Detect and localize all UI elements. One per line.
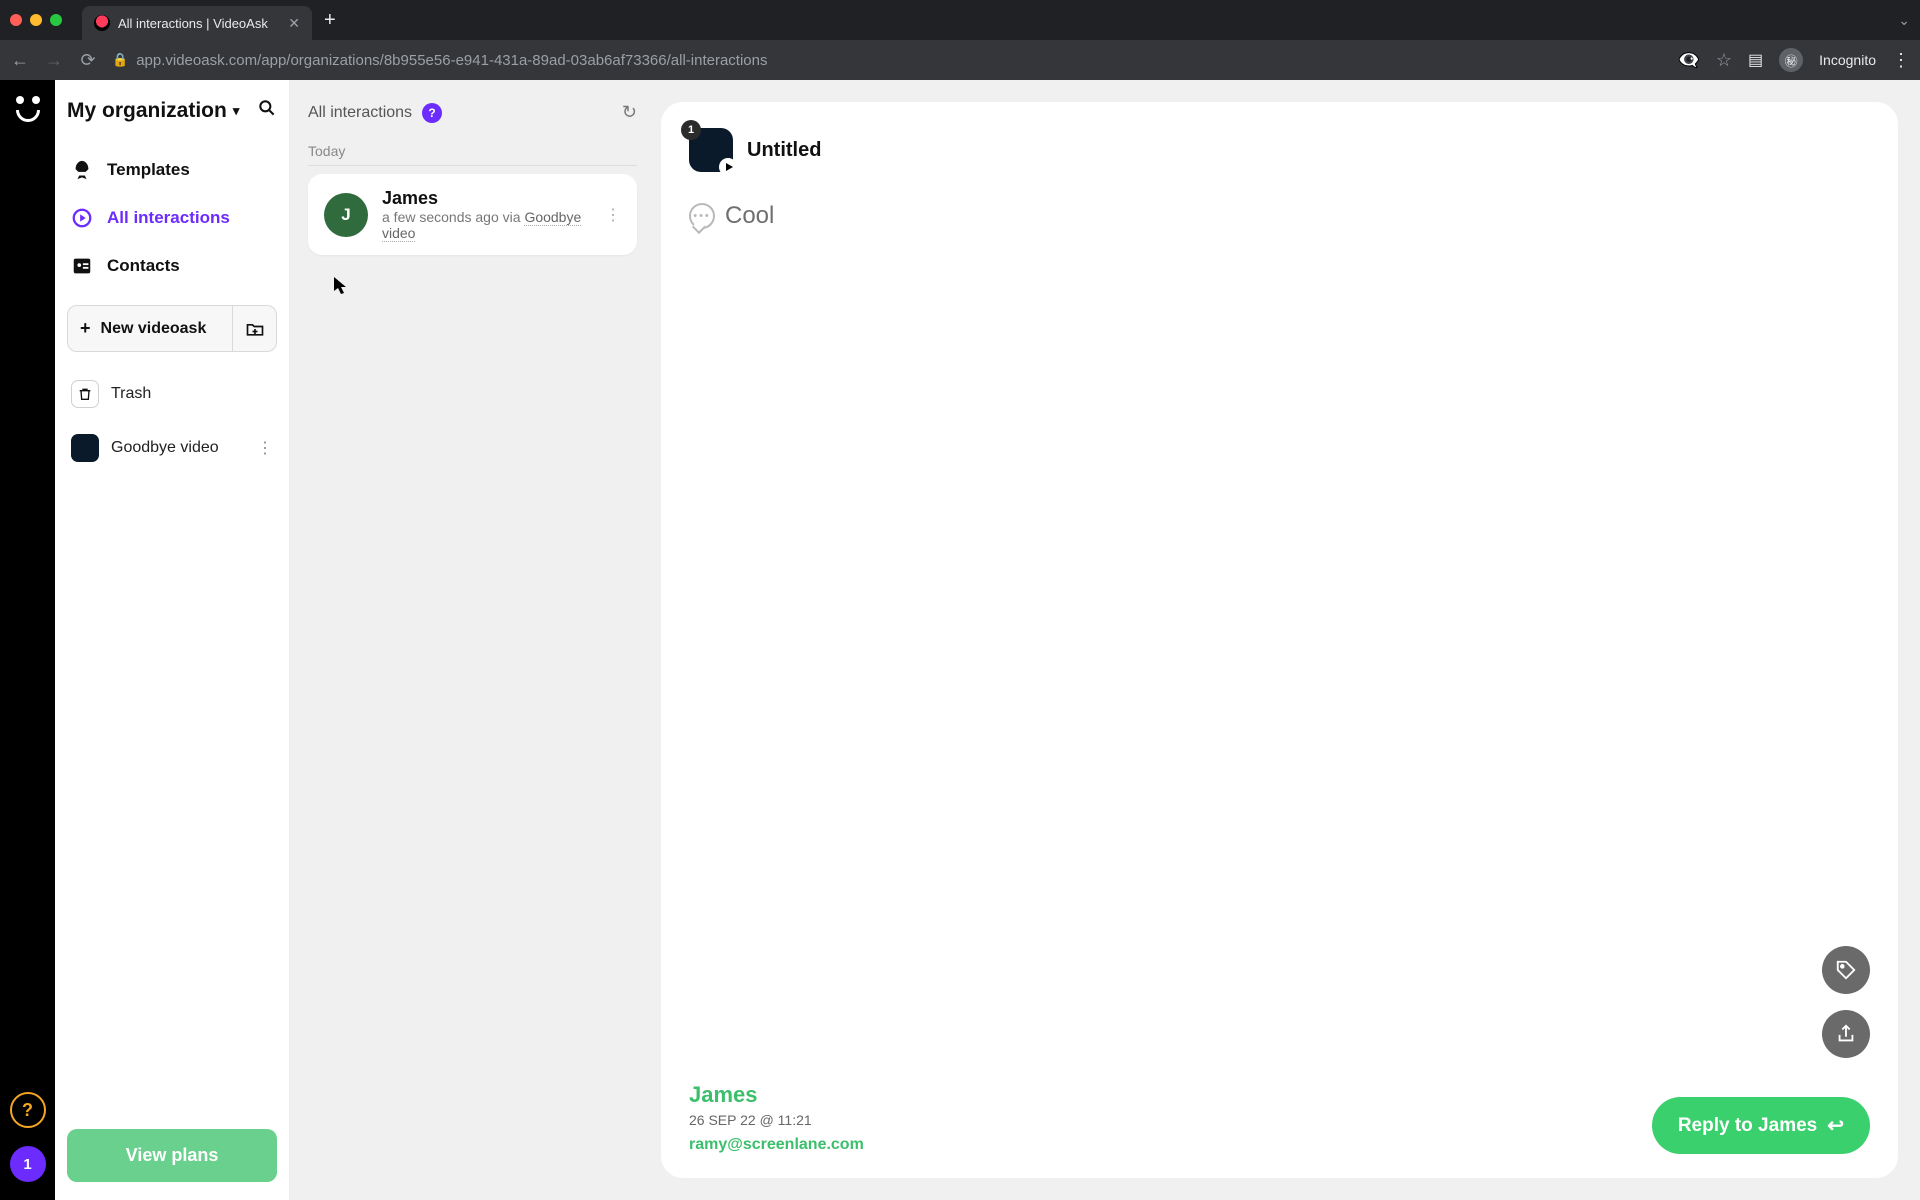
detail-wrap: 1 Untitled ••• Cool James — [655, 80, 1920, 1200]
speech-bubble-icon: ••• — [689, 203, 715, 229]
nav-templates[interactable]: Templates — [67, 149, 277, 191]
info-badge-icon[interactable]: ? — [422, 103, 442, 123]
contact-block: James 26 SEP 22 @ 11:21 ramy@screenlane.… — [689, 1082, 864, 1154]
contact-email[interactable]: ramy@screenlane.com — [689, 1136, 864, 1154]
url-text: app.videoask.com/app/organizations/8b955… — [136, 52, 767, 69]
reply-button[interactable]: Reply to James ↩ — [1652, 1097, 1870, 1154]
window-zoom-icon[interactable] — [50, 14, 62, 26]
search-button[interactable] — [257, 98, 277, 123]
interaction-time: a few seconds ago — [382, 209, 499, 225]
nav-all-interactions-label: All interactions — [107, 208, 230, 228]
interactions-title-row: All interactions ? — [308, 103, 442, 123]
nav-contacts-label: Contacts — [107, 256, 180, 276]
sidebar-trash[interactable]: Trash — [67, 370, 277, 418]
reply-label: Reply to James — [1678, 1115, 1817, 1137]
play-circle-icon — [71, 207, 93, 229]
interaction-card[interactable]: J James a few seconds ago via Goodbye vi… — [308, 174, 637, 255]
new-folder-button[interactable] — [233, 305, 277, 352]
message-row: ••• Cool — [689, 202, 1870, 230]
browser-tab[interactable]: All interactions | VideoAsk ✕ — [82, 6, 312, 40]
nav-all-interactions[interactable]: All interactions — [67, 197, 277, 239]
contacts-icon — [71, 255, 93, 277]
plus-icon: + — [80, 318, 91, 339]
interactions-column: All interactions ? ↻ Today J James a few… — [290, 80, 655, 1200]
tag-icon — [1835, 959, 1857, 981]
view-plans-label: View plans — [126, 1145, 219, 1165]
step-badge: 1 — [681, 120, 701, 140]
panel-icon[interactable]: ▤ — [1748, 50, 1763, 70]
window-minimize-icon[interactable] — [30, 14, 42, 26]
left-rail: ? 1 — [0, 80, 55, 1200]
help-button[interactable]: ? — [10, 1092, 46, 1128]
star-icon[interactable]: ☆ — [1716, 50, 1732, 71]
message-text: Cool — [725, 202, 774, 230]
tag-button[interactable] — [1822, 946, 1870, 994]
incognito-label: Incognito — [1819, 52, 1876, 68]
notification-count: 1 — [23, 1156, 31, 1173]
refresh-button[interactable]: ↻ — [622, 102, 637, 123]
address-bar[interactable]: 🔒 app.videoask.com/app/organizations/8b9… — [112, 52, 767, 69]
play-icon — [719, 158, 737, 176]
interaction-via: via — [499, 209, 525, 225]
window-close-icon[interactable] — [10, 14, 22, 26]
sidebar-trash-label: Trash — [111, 385, 151, 403]
interaction-name: James — [382, 188, 591, 209]
browser-menu-icon[interactable]: ⋮ — [1892, 50, 1910, 71]
eye-off-icon[interactable]: 👁‍🗨 — [1677, 50, 1699, 71]
rocket-icon — [71, 159, 93, 181]
response-video-thumbnail[interactable]: 1 — [689, 128, 733, 172]
interaction-subtitle: a few seconds ago via Goodbye video — [382, 209, 591, 241]
back-button[interactable]: ← — [10, 50, 30, 71]
sidebar: My organization ▾ Templates All interact… — [55, 80, 290, 1200]
tab-close-icon[interactable]: ✕ — [288, 15, 300, 32]
trash-icon — [71, 380, 99, 408]
forward-button: → — [44, 50, 64, 71]
new-videoask-label: New videoask — [101, 320, 207, 338]
favicon-icon — [94, 15, 110, 31]
share-icon — [1835, 1023, 1857, 1045]
nav-templates-label: Templates — [107, 160, 190, 180]
browser-toolbar: ← → ⟳ 🔒 app.videoask.com/app/organizatio… — [0, 40, 1920, 80]
reply-arrow-icon: ↩ — [1827, 1113, 1844, 1138]
app-logo-icon[interactable] — [13, 92, 43, 122]
interactions-title: All interactions — [308, 104, 412, 122]
org-switcher[interactable]: My organization ▾ — [67, 99, 239, 123]
tab-title: All interactions | VideoAsk — [118, 16, 268, 31]
view-plans-button[interactable]: View plans — [67, 1129, 277, 1182]
video-thumbnail-icon — [71, 434, 99, 462]
share-button[interactable] — [1822, 1010, 1870, 1058]
interaction-card-menu[interactable]: ⋮ — [605, 205, 621, 225]
avatar: J — [324, 193, 368, 237]
avatar-initial: J — [341, 205, 350, 225]
new-tab-button[interactable]: + — [324, 9, 336, 32]
contact-name[interactable]: James — [689, 1082, 864, 1108]
sidebar-item-menu[interactable]: ⋮ — [257, 438, 273, 458]
folder-plus-icon — [245, 319, 265, 339]
detail-title: Untitled — [747, 139, 821, 162]
sidebar-item-label: Goodbye video — [111, 439, 219, 457]
detail-panel: 1 Untitled ••• Cool James — [661, 102, 1898, 1178]
org-name-label: My organization — [67, 99, 227, 123]
help-label: ? — [22, 1100, 33, 1121]
contact-date: 26 SEP 22 @ 11:21 — [689, 1112, 864, 1128]
app-root: ? 1 My organization ▾ Templates — [0, 80, 1920, 1200]
day-header: Today — [308, 143, 637, 166]
step-badge-label: 1 — [688, 124, 694, 136]
nav-contacts[interactable]: Contacts — [67, 245, 277, 287]
notification-button[interactable]: 1 — [10, 1146, 46, 1182]
chevron-down-icon: ▾ — [233, 103, 240, 119]
window-controls[interactable] — [10, 14, 62, 26]
tab-overflow-icon[interactable]: ⌄ — [1898, 12, 1910, 29]
search-icon — [257, 98, 277, 118]
sidebar-item-goodbye-video[interactable]: Goodbye video ⋮ — [67, 424, 277, 472]
reload-button[interactable]: ⟳ — [78, 50, 98, 71]
new-videoask-button[interactable]: + New videoask — [67, 305, 233, 352]
lock-icon: 🔒 — [112, 52, 128, 68]
incognito-avatar-icon[interactable]: ㊙ — [1779, 48, 1803, 72]
browser-tab-strip: All interactions | VideoAsk ✕ + ⌄ — [0, 0, 1920, 40]
